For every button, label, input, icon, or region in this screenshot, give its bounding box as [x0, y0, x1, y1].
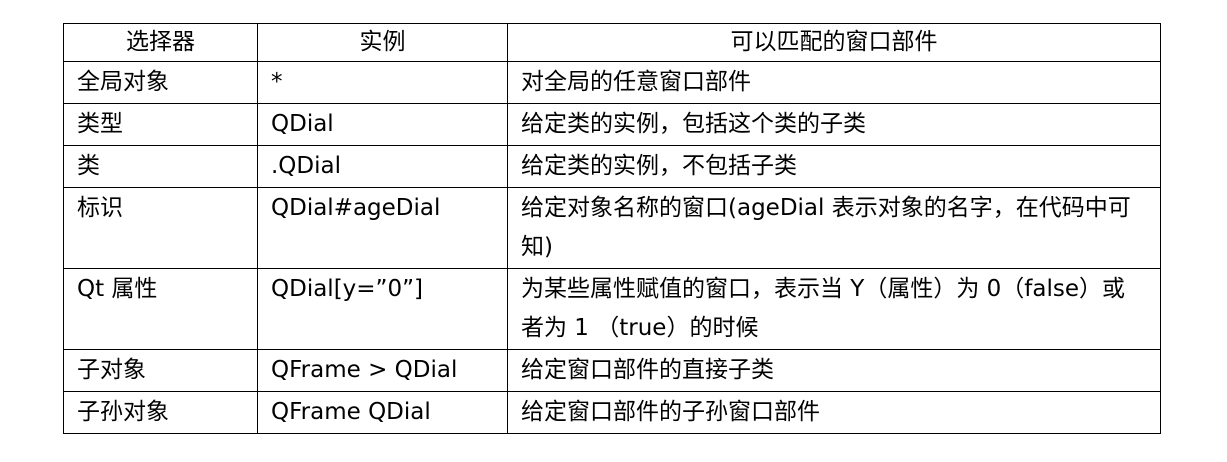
example-cell: QDial	[257, 103, 508, 146]
example-cell: QFrame > QDial	[257, 349, 508, 392]
selector-cell: Qt 属性	[63, 268, 258, 350]
description-cell: 给定对象名称的窗口(ageDial 表示对象的名字，在代码中可知)	[507, 187, 1161, 269]
header-example: 实例	[257, 23, 508, 62]
table-row: 子孙对象 QFrame QDial 给定窗口部件的子孙窗口部件	[63, 391, 1161, 434]
table-row: 类型 QDial 给定类的实例，包括这个类的子类	[63, 103, 1161, 146]
table-row: 类 .QDial 给定类的实例，不包括子类	[63, 145, 1161, 188]
description-cell: 给定类的实例，不包括子类	[507, 145, 1161, 188]
description-cell: 给定窗口部件的直接子类	[507, 349, 1161, 392]
example-cell: QDial[y=”0”]	[257, 268, 508, 350]
table-row: Qt 属性 QDial[y=”0”] 为某些属性赋值的窗口，表示当 Y（属性）为…	[63, 268, 1161, 350]
table-row: 标识 QDial#ageDial 给定对象名称的窗口(ageDial 表示对象的…	[63, 187, 1161, 269]
selector-table: 选择器 实例 可以匹配的窗口部件 全局对象 * 对全局的任意窗口部件 类型 QD…	[63, 23, 1161, 434]
description-cell: 对全局的任意窗口部件	[507, 61, 1161, 104]
selector-cell: 类型	[63, 103, 258, 146]
description-cell: 给定窗口部件的子孙窗口部件	[507, 391, 1161, 434]
selector-cell: 类	[63, 145, 258, 188]
selector-cell: 子孙对象	[63, 391, 258, 434]
table-row: 子对象 QFrame > QDial 给定窗口部件的直接子类	[63, 349, 1161, 392]
selector-cell: 全局对象	[63, 61, 258, 104]
header-selector: 选择器	[63, 23, 258, 62]
header-row: 选择器 实例 可以匹配的窗口部件	[63, 23, 1161, 62]
header-matched-widgets: 可以匹配的窗口部件	[507, 23, 1161, 62]
example-cell: .QDial	[257, 145, 508, 188]
selector-cell: 子对象	[63, 349, 258, 392]
description-cell: 为某些属性赋值的窗口，表示当 Y（属性）为 0（false）或者为 1 （tru…	[507, 268, 1161, 350]
table-row: 全局对象 * 对全局的任意窗口部件	[63, 61, 1161, 104]
description-cell: 给定类的实例，包括这个类的子类	[507, 103, 1161, 146]
selector-cell: 标识	[63, 187, 258, 269]
example-cell: *	[257, 61, 508, 104]
example-cell: QDial#ageDial	[257, 187, 508, 269]
example-cell: QFrame QDial	[257, 391, 508, 434]
